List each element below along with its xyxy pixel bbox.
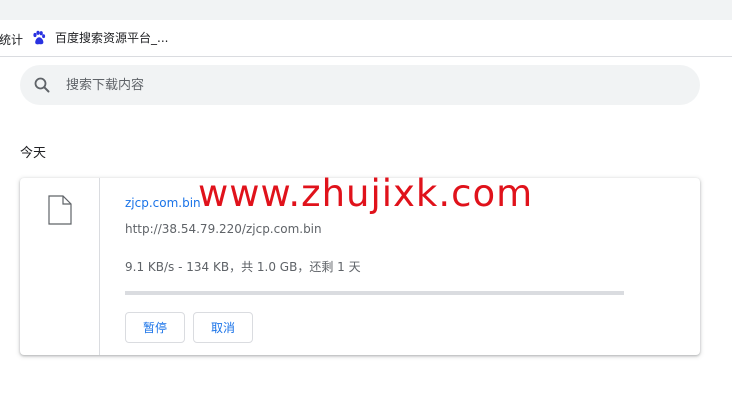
bookmark-baidu[interactable]: 百度搜索资源平台_... <box>31 29 168 46</box>
download-progress-bar <box>125 291 624 295</box>
browser-tab-strip <box>0 0 732 20</box>
search-input[interactable] <box>66 65 666 105</box>
search-bar[interactable] <box>20 65 700 105</box>
date-section-label: 今天 <box>20 146 47 161</box>
search-icon <box>34 77 50 93</box>
bookmarks-bar: 统计 百度搜索资源平台_... <box>0 20 732 57</box>
bookmark-label: 百度搜索资源平台_... <box>55 31 169 45</box>
watermark-text: www.zhujixk.com <box>198 172 534 215</box>
pause-button[interactable]: 暂停 <box>125 312 185 343</box>
bookmark-partial[interactable]: 统计 <box>0 31 23 48</box>
download-icon-column <box>20 178 100 355</box>
file-icon <box>48 195 72 225</box>
download-status-text: 9.1 KB/s - 134 KB，共 1.0 GB，还剩 1 天 <box>125 260 361 274</box>
file-name-link[interactable]: zjcp.com.bin <box>125 196 201 210</box>
file-source-url: http://38.54.79.220/zjcp.com.bin <box>125 222 322 236</box>
cancel-button[interactable]: 取消 <box>193 312 253 343</box>
baidu-paw-icon <box>33 30 46 44</box>
